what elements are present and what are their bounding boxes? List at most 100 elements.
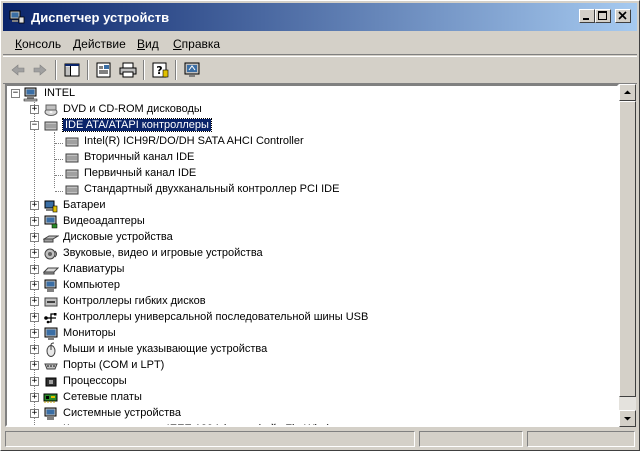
- cdrom-icon: [44, 104, 58, 116]
- scroll-down-button[interactable]: [619, 410, 636, 427]
- status-panel: [419, 431, 523, 447]
- tree-device-label: Первичный канал IDE: [84, 167, 197, 179]
- tree-category[interactable]: + DVD и CD-ROM дисководы: [7, 102, 615, 118]
- menu-bar: Консоль Действие Вид Справка: [3, 34, 637, 55]
- tree-expand-toggle[interactable]: +: [30, 297, 39, 306]
- maximize-icon: [598, 11, 607, 20]
- tree-expand-toggle[interactable]: +: [30, 345, 39, 354]
- tree-device[interactable]: Стандартный двухканальный контроллер PCI…: [7, 182, 615, 198]
- tree-category[interactable]: + Батареи: [7, 198, 615, 214]
- display-adapter-icon: [44, 215, 58, 229]
- tree-category-label: Системные устройства: [63, 407, 182, 419]
- tree-category[interactable]: − IDE ATA/ATAPI контроллеры: [7, 118, 615, 134]
- tree-category-label: Контроллеры универсальной последовательн…: [63, 311, 369, 323]
- menu-console[interactable]: Консоль: [15, 37, 61, 51]
- tree-category[interactable]: + Звуковые, видео и игровые устройства: [7, 246, 615, 262]
- tree-category[interactable]: + Дисковые устройства: [7, 230, 615, 246]
- window-title: Диспетчер устройств: [31, 10, 170, 25]
- tree-category[interactable]: + Сетевые платы: [7, 390, 615, 406]
- tree-category-label: Процессоры: [63, 375, 127, 387]
- scroll-up-button[interactable]: [619, 84, 636, 101]
- tree-expand-toggle[interactable]: +: [32, 425, 37, 426]
- scroll-down-arrow-icon: [624, 417, 631, 421]
- tree-expand-toggle[interactable]: +: [30, 329, 39, 338]
- tree-expand-toggle[interactable]: +: [30, 409, 39, 418]
- tree-expand-toggle[interactable]: +: [30, 377, 39, 386]
- tree-category[interactable]: + Видеоадаптеры: [7, 214, 615, 230]
- toolbar-separator: [55, 60, 57, 80]
- tree-category[interactable]: + Процессоры: [7, 374, 615, 390]
- tree-expand-toggle[interactable]: +: [30, 201, 39, 210]
- tree-expand-toggle[interactable]: +: [30, 281, 39, 290]
- tree-category-label: DVD и CD-ROM дисководы: [63, 103, 202, 115]
- show-hide-tree-icon[interactable]: [61, 60, 83, 80]
- tree-device[interactable]: Первичный канал IDE: [7, 166, 615, 182]
- svg-text:?: ?: [156, 64, 162, 77]
- close-button[interactable]: [615, 9, 631, 23]
- tree-category[interactable]: + Мониторы: [7, 326, 615, 342]
- title-bar[interactable]: Диспетчер устройств: [3, 3, 637, 31]
- tree-expand-toggle[interactable]: +: [30, 393, 39, 402]
- tree-category-label: Батареи: [63, 199, 106, 211]
- menu-view-accel: В: [137, 37, 146, 51]
- mouse-icon: [46, 342, 56, 357]
- tree-category-label: Порты (COM и LPT): [63, 359, 165, 371]
- device-manager-app-icon: [9, 10, 25, 24]
- tree-category[interactable]: + Контроллеры шины IEEE 1394 (интерфейс F…: [7, 422, 615, 426]
- tree-expand-toggle[interactable]: +: [30, 265, 39, 274]
- tree-category-label: Контроллеры гибких дисков: [63, 295, 206, 307]
- tree-category[interactable]: + Контроллеры гибких дисков: [7, 294, 615, 310]
- device-tree[interactable]: − INTEL + DVD и CD-ROM дисководы − IDE ATA/…: [5, 84, 619, 427]
- tree-expand-toggle[interactable]: +: [30, 313, 39, 322]
- menu-view[interactable]: Вид: [137, 37, 159, 51]
- tree-expand-toggle[interactable]: +: [30, 233, 39, 242]
- system-device-icon: [44, 407, 57, 420]
- tree-device-label: Intel(R) ICH9R/DO/DH SATA AHCI Controlle…: [84, 135, 304, 147]
- tree-collapse-toggle[interactable]: −: [30, 121, 39, 130]
- print-icon[interactable]: [117, 60, 139, 80]
- minimize-button[interactable]: [579, 9, 595, 23]
- forward-arrow-icon[interactable]: [29, 60, 51, 80]
- tree-expand-toggle[interactable]: +: [30, 217, 39, 226]
- scroll-thumb[interactable]: [619, 101, 636, 397]
- tree-category[interactable]: + Контроллеры универсальной последователь…: [7, 310, 615, 326]
- vertical-scrollbar[interactable]: [619, 84, 636, 427]
- ide-controller-icon: [65, 169, 79, 179]
- scan-hardware-icon[interactable]: [181, 60, 203, 80]
- tree-category[interactable]: + Мыши и иные указывающие устройства: [7, 342, 615, 358]
- floppy-controller-icon: [44, 297, 58, 307]
- menu-help-accel: С: [173, 37, 182, 51]
- menu-console-label: онсоль: [22, 37, 62, 51]
- help-icon[interactable]: ?: [149, 60, 171, 80]
- disk-drive-icon: [43, 235, 59, 243]
- maximize-button[interactable]: [595, 9, 611, 23]
- menu-action[interactable]: Действие: [73, 37, 126, 51]
- tree-device[interactable]: Вторичный канал IDE: [7, 150, 615, 166]
- ide-controller-icon: [44, 121, 58, 131]
- toolbar: ?: [3, 56, 637, 84]
- properties-icon[interactable]: [93, 60, 115, 80]
- tree-root[interactable]: − INTEL: [7, 86, 615, 102]
- menu-help-label: правка: [181, 37, 221, 51]
- device-manager-window: Диспетчер устройств Консоль Действие Вид…: [0, 0, 640, 451]
- tree-category[interactable]: + Порты (COM и LPT): [7, 358, 615, 374]
- tree-category-label: Мыши и иные указывающие устройства: [63, 343, 268, 355]
- menu-help[interactable]: Справка: [173, 37, 220, 51]
- tree-category-label: Мониторы: [63, 327, 116, 339]
- tree-category[interactable]: + Клавиатуры: [7, 262, 615, 278]
- ide-controller-icon: [65, 137, 79, 147]
- tree-category[interactable]: + Компьютер: [7, 278, 615, 294]
- scroll-up-arrow-icon: [624, 90, 631, 94]
- tree-device[interactable]: Intel(R) ICH9R/DO/DH SATA AHCI Controlle…: [7, 134, 615, 150]
- tree-expand-toggle[interactable]: +: [30, 249, 39, 258]
- keyboard-icon: [43, 267, 59, 275]
- tree-expand-toggle[interactable]: +: [30, 105, 39, 114]
- back-arrow-icon[interactable]: [7, 60, 29, 80]
- tree-category[interactable]: + Системные устройства: [7, 406, 615, 422]
- tree-category-label: Звуковые, видео и игровые устройства: [63, 247, 263, 259]
- status-bar: [3, 429, 637, 449]
- tree-collapse-toggle[interactable]: −: [11, 89, 20, 98]
- close-icon: [618, 11, 627, 20]
- tree-expand-toggle[interactable]: +: [30, 361, 39, 370]
- usb-icon: [44, 313, 57, 324]
